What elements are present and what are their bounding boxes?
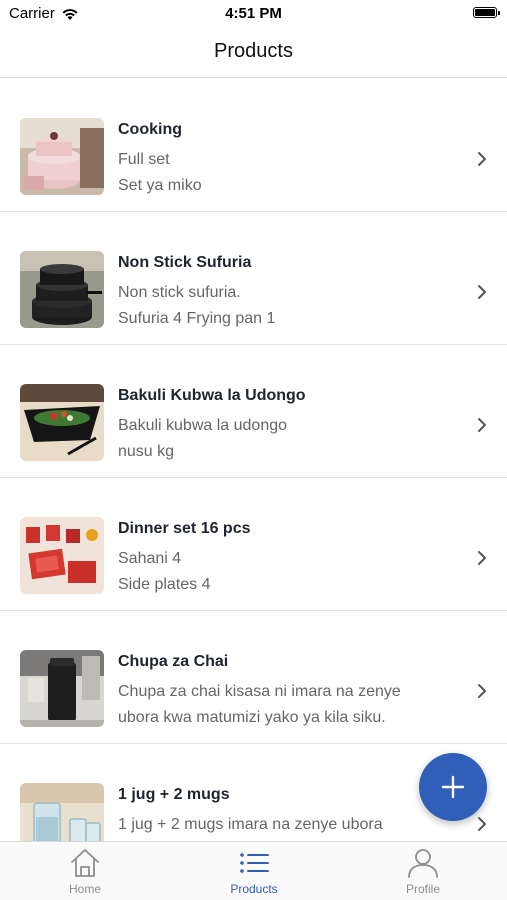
tab-home[interactable]: Home — [25, 846, 145, 900]
black-bowl-salad-photo — [20, 384, 104, 461]
product-row[interactable]: Dinner set 16 pcs Sahani 4 Side plates 4 — [0, 478, 507, 611]
product-row[interactable]: Cooking Full set Set ya miko — [0, 79, 507, 212]
profile-icon — [408, 849, 438, 878]
product-details: ubora kwa matumizi yako ya kila siku. — [118, 709, 386, 726]
product-name: 1 jug + 2 mugs — [118, 786, 230, 803]
chevron-right-icon — [478, 152, 486, 166]
home-icon — [71, 849, 99, 877]
product-thumbnail — [20, 517, 104, 594]
product-description: Bakuli kubwa la udongo — [118, 417, 288, 434]
product-details: nusu kg — [118, 443, 175, 460]
battery-icon — [473, 7, 500, 18]
product-name: Chupa za Chai — [118, 653, 229, 670]
black-flask-photo — [20, 650, 104, 727]
product-row[interactable]: Chupa za Chai Chupa za chai kisasa ni im… — [0, 611, 507, 744]
chevron-right-icon — [478, 551, 486, 565]
product-description: 1 jug + 2 mugs imara na zenye ubora — [118, 816, 383, 833]
glass-jug-photo — [20, 783, 104, 841]
product-details: Side plates 4 — [118, 576, 211, 593]
product-description: Full set — [118, 151, 170, 168]
page-title: Products — [214, 40, 293, 62]
chevron-right-icon — [478, 285, 486, 299]
navigation-bar: Products — [0, 28, 507, 78]
product-details: Sufuria 4 Frying pan 1 — [118, 310, 276, 327]
chevron-right-icon — [478, 684, 486, 698]
product-thumbnail — [20, 384, 104, 461]
clock: 4:51 PM — [225, 5, 282, 22]
product-row[interactable]: Non Stick Sufuria Non stick sufuria. Suf… — [0, 212, 507, 345]
tab-home-label: Home — [68, 882, 101, 896]
add-product-button[interactable] — [419, 753, 487, 821]
tab-products[interactable]: Products — [194, 846, 314, 900]
red-dinner-set-photo — [20, 517, 104, 594]
chevron-right-icon — [478, 817, 486, 831]
product-description: Chupa za chai kisasa ni imara na zenye — [118, 683, 401, 700]
product-name: Cooking — [118, 121, 182, 138]
tab-products-label: Products — [230, 882, 278, 896]
tab-profile[interactable]: Profile — [363, 846, 483, 900]
product-details: Set ya miko — [118, 177, 202, 194]
product-description: Non stick sufuria. — [118, 284, 241, 301]
product-thumbnail — [20, 251, 104, 328]
status-bar: Carrier 4:51 PM — [0, 0, 507, 28]
plus-icon — [441, 775, 465, 799]
tab-bar: Home Products Profile — [0, 841, 507, 900]
product-row[interactable]: Bakuli Kubwa la Udongo Bakuli kubwa la u… — [0, 345, 507, 478]
product-thumbnail — [20, 650, 104, 727]
product-list[interactable]: Cooking Full set Set ya miko Non Stick S… — [0, 79, 507, 841]
tab-profile-label: Profile — [405, 882, 440, 896]
product-name: Bakuli Kubwa la Udongo — [118, 387, 306, 404]
black-pots-photo — [20, 251, 104, 328]
product-thumbnail — [20, 118, 104, 195]
product-description: Sahani 4 — [118, 550, 182, 567]
product-name: Dinner set 16 pcs — [118, 520, 251, 537]
list-icon — [240, 853, 269, 873]
product-name: Non Stick Sufuria — [118, 254, 252, 271]
product-thumbnail — [20, 783, 104, 841]
pink-cookware-photo — [20, 118, 104, 195]
chevron-right-icon — [478, 418, 486, 432]
